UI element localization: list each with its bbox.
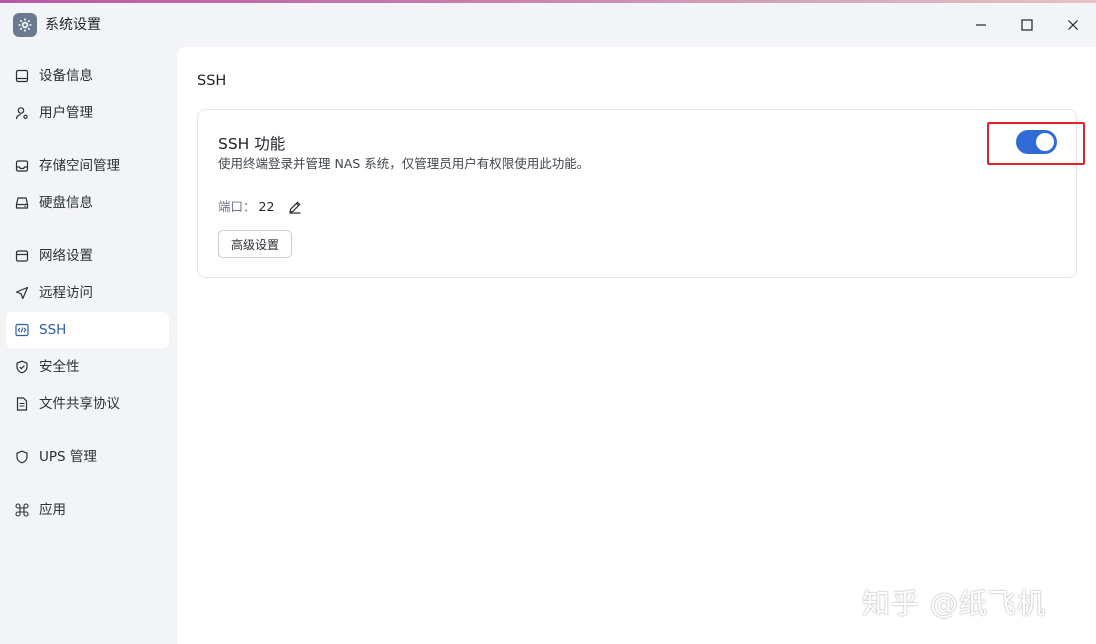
- monitor-icon: [14, 68, 30, 84]
- hard-disk-icon: [14, 195, 30, 211]
- ssh-toggle-switch[interactable]: [1016, 130, 1057, 154]
- sidebar-item-label: 网络设置: [39, 248, 93, 264]
- storage-icon: [14, 158, 30, 174]
- card-description: 使用终端登录并管理 NAS 系统，仅管理员用户有权限使用此功能。: [218, 156, 590, 171]
- maximize-button[interactable]: [1004, 3, 1050, 47]
- sidebar-item-label: SSH: [39, 322, 67, 338]
- sidebar-item-apps[interactable]: 应用: [6, 492, 169, 528]
- close-button[interactable]: [1050, 3, 1096, 47]
- sidebar-item-user-management[interactable]: 用户管理: [6, 95, 169, 131]
- code-icon: [14, 322, 30, 338]
- settings-window: 系统设置 设备信息 用户管理 存储空间管理 硬盘信息 网络设置 远程访问 SSH…: [0, 3, 1096, 644]
- page-title: SSH: [197, 73, 227, 89]
- sidebar-item-remote-access[interactable]: 远程访问: [6, 275, 169, 311]
- pencil-icon: [289, 201, 301, 214]
- user-gear-icon: [14, 105, 30, 121]
- sidebar-item-label: 安全性: [39, 359, 80, 375]
- toggle-knob: [1036, 133, 1054, 151]
- sidebar-item-file-sharing[interactable]: 文件共享协议: [6, 386, 169, 422]
- sidebar-item-label: 存储空间管理: [39, 158, 120, 174]
- command-icon: [14, 502, 30, 518]
- port-value: 22: [258, 199, 275, 214]
- sidebar-item-label: 文件共享协议: [39, 396, 120, 412]
- ssh-settings-card: SSH 功能 使用终端登录并管理 NAS 系统，仅管理员用户有权限使用此功能。 …: [197, 109, 1085, 278]
- sidebar-item-network[interactable]: 网络设置: [6, 238, 169, 274]
- edit-port-button[interactable]: [288, 199, 304, 215]
- sidebar-item-label: UPS 管理: [39, 449, 97, 465]
- sidebar-item-label: 远程访问: [39, 285, 93, 301]
- window-controls: [958, 3, 1096, 47]
- title-bar: 系统设置: [0, 3, 1096, 47]
- main-content: SSH SSH 功能 使用终端登录并管理 NAS 系统，仅管理员用户有权限使用此…: [177, 47, 1096, 644]
- sidebar-item-label: 硬盘信息: [39, 195, 93, 211]
- sidebar-item-label: 用户管理: [39, 105, 93, 121]
- document-icon: [14, 396, 30, 412]
- port-label: 端口：: [218, 199, 256, 214]
- sidebar-item-disk-info[interactable]: 硬盘信息: [6, 185, 169, 221]
- gear-icon: [13, 13, 37, 37]
- advanced-settings-button[interactable]: 高级设置: [218, 230, 292, 258]
- minimize-button[interactable]: [958, 3, 1004, 47]
- sidebar-item-security[interactable]: 安全性: [6, 349, 169, 385]
- sidebar-item-label: 应用: [39, 502, 66, 518]
- window-title: 系统设置: [45, 17, 101, 33]
- send-arrow-icon: [14, 285, 30, 301]
- close-icon: [1068, 20, 1078, 30]
- sidebar: 设备信息 用户管理 存储空间管理 硬盘信息 网络设置 远程访问 SSH 安全性 …: [0, 47, 177, 644]
- maximize-icon: [1021, 19, 1033, 31]
- card-title: SSH 功能: [218, 135, 286, 153]
- port-row: 端口： 22: [218, 199, 304, 215]
- shield-outline-icon: [14, 449, 30, 465]
- minimize-icon: [976, 24, 986, 26]
- shield-check-icon: [14, 359, 30, 375]
- sidebar-item-ups[interactable]: UPS 管理: [6, 439, 169, 475]
- sidebar-item-ssh[interactable]: SSH: [6, 312, 169, 348]
- network-icon: [14, 248, 30, 264]
- sidebar-item-device-info[interactable]: 设备信息: [6, 58, 169, 94]
- watermark: 知乎 @纸飞机: [862, 587, 1046, 620]
- sidebar-item-label: 设备信息: [39, 68, 93, 84]
- sidebar-item-storage[interactable]: 存储空间管理: [6, 148, 169, 184]
